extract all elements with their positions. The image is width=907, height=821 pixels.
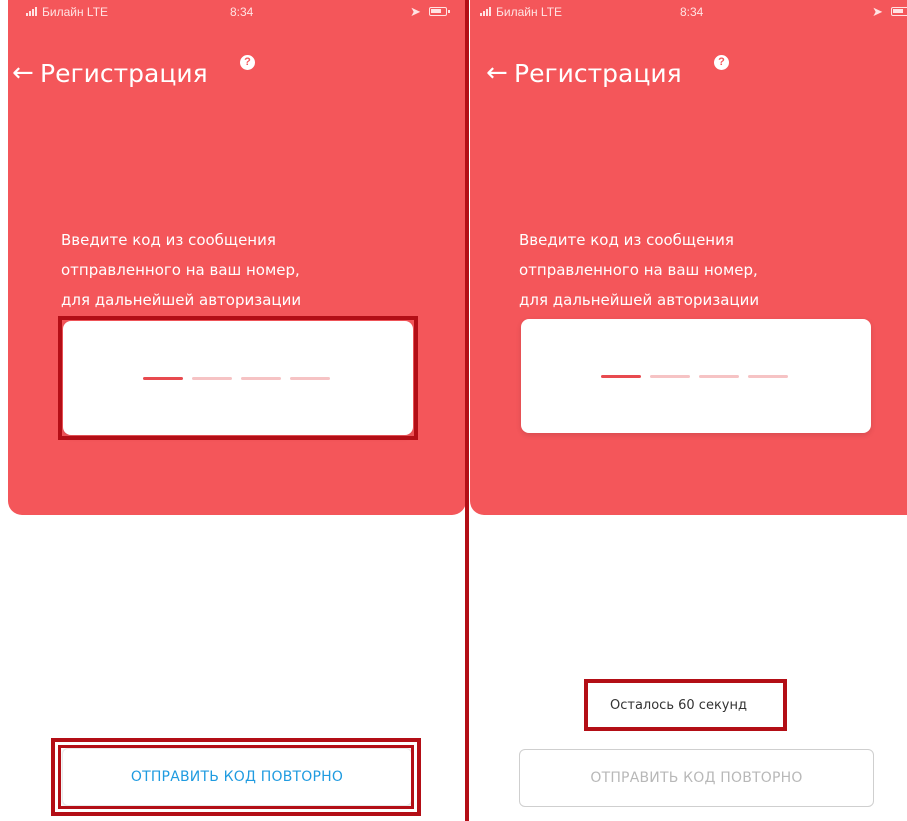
code-input[interactable] <box>521 319 871 433</box>
code-digit-slot <box>650 375 690 378</box>
signal-bars-icon <box>480 7 494 16</box>
help-icon[interactable]: ? <box>714 55 729 70</box>
code-digit-slot <box>748 375 788 378</box>
battery-icon <box>429 7 450 16</box>
code-digit-slot <box>192 377 232 380</box>
instruction-line: для дальнейшей авторизации <box>519 291 760 309</box>
code-digit-slot-active <box>601 375 641 378</box>
page-title: Регистрация <box>40 59 208 88</box>
code-digit-slot <box>290 377 330 380</box>
screen-timer: Билайн LTE 8:34 ➤ ← Регистрация ? Введит… <box>470 0 907 821</box>
status-bar: Билайн LTE 8:34 ➤ <box>8 0 466 22</box>
battery-icon <box>891 7 907 16</box>
code-digit-slot-active <box>143 377 183 380</box>
instruction-line: Введите код из сообщения <box>61 231 276 249</box>
instruction-line: отправленного на ваш номер, <box>61 261 300 279</box>
instruction-line: отправленного на ваш номер, <box>519 261 758 279</box>
resend-code-button[interactable]: ОТПРАВИТЬ КОД ПОВТОРНО <box>62 748 412 806</box>
page-title: Регистрация <box>514 59 682 88</box>
instruction-text: Введите код из сообщения отправленного н… <box>61 225 381 315</box>
instruction-text: Введите код из сообщения отправленного н… <box>519 225 839 315</box>
help-icon[interactable]: ? <box>240 55 255 70</box>
status-time: 8:34 <box>230 5 254 19</box>
header-background: Билайн LTE 8:34 ➤ ← Регистрация ? Введит… <box>8 0 466 515</box>
nav-bar: ← Регистрация ? <box>12 55 312 95</box>
location-arrow-icon: ➤ <box>410 4 421 19</box>
status-bar: Билайн LTE 8:34 ➤ <box>470 0 907 22</box>
instruction-line: для дальнейшей авторизации <box>61 291 302 309</box>
resend-countdown: Осталось 60 секунд <box>610 698 747 713</box>
header-background: Билайн LTE 8:34 ➤ ← Регистрация ? Введит… <box>470 0 907 515</box>
nav-bar: ← Регистрация ? <box>486 55 786 95</box>
location-arrow-icon: ➤ <box>872 4 883 19</box>
code-digit-slot <box>699 375 739 378</box>
back-arrow-icon[interactable]: ← <box>12 58 34 88</box>
signal-bars-icon <box>26 7 40 16</box>
code-digit-slot <box>241 377 281 380</box>
resend-code-button[interactable]: ОТПРАВИТЬ КОД ПОВТОРНО <box>519 749 874 807</box>
carrier-label: Билайн LTE <box>496 5 563 19</box>
carrier-label: Билайн LTE <box>42 5 109 19</box>
screen-divider <box>465 0 469 821</box>
status-time: 8:34 <box>680 5 704 19</box>
code-input[interactable] <box>63 321 413 435</box>
screen-initial: Билайн LTE 8:34 ➤ ← Регистрация ? Введит… <box>0 0 466 821</box>
back-arrow-icon[interactable]: ← <box>486 58 508 88</box>
instruction-line: Введите код из сообщения <box>519 231 734 249</box>
